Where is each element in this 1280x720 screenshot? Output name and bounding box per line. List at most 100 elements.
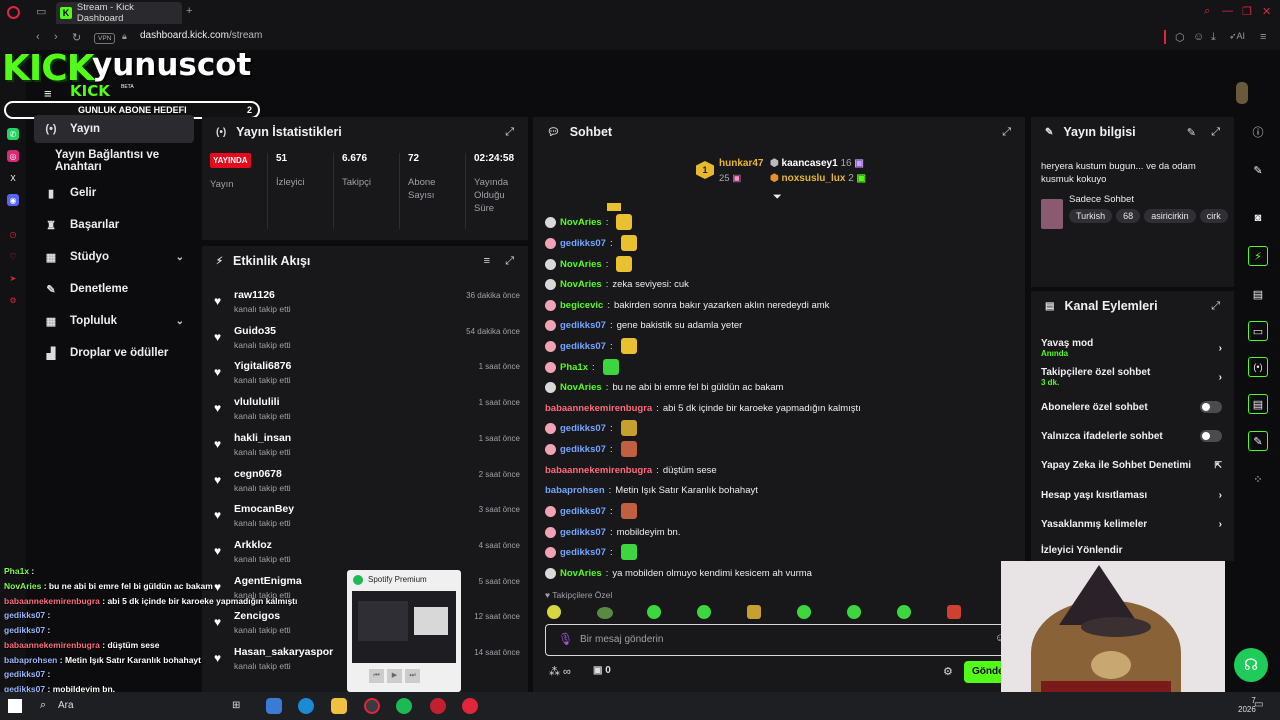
nav-drops[interactable]: ▟ Droplar ve ödüller: [34, 339, 194, 367]
filter-icon[interactable]: ≡: [484, 255, 490, 267]
lightning-icon[interactable]: ⚡︎: [1248, 246, 1268, 266]
copilot-icon[interactable]: [266, 698, 282, 714]
camera-icon[interactable]: ◙: [1248, 209, 1268, 227]
browser-tab[interactable]: K Stream - Kick Dashboard: [56, 2, 182, 24]
chat-username[interactable]: babaannekemirenbugra: [545, 465, 652, 476]
play-icon[interactable]: ▶: [387, 669, 402, 683]
collapse-icon[interactable]: ⏷: [773, 191, 782, 204]
chat-username[interactable]: NovAries: [560, 217, 602, 228]
chat-username[interactable]: gedikks07: [560, 423, 606, 434]
new-tab-icon[interactable]: +: [186, 5, 192, 17]
chat-username[interactable]: gedikks07: [560, 506, 606, 517]
notification-icon[interactable]: ▭: [1254, 699, 1263, 710]
expand-icon[interactable]: ⤢: [1002, 126, 1011, 139]
file-explorer-icon[interactable]: [331, 698, 347, 714]
edge-icon[interactable]: [298, 698, 314, 714]
media-player-icon[interactable]: [462, 698, 478, 714]
nav-community[interactable]: ▦ Topluluk ⌄: [34, 307, 194, 335]
opera-taskbar-icon[interactable]: [364, 698, 380, 714]
expand-icon[interactable]: ⤢: [1211, 300, 1220, 313]
kicks-icon[interactable]: ⁂ ∞: [549, 665, 571, 678]
tab-manager-icon[interactable]: ▭: [36, 5, 46, 18]
chat-username[interactable]: babaprohsen: [545, 485, 605, 496]
history-icon[interactable]: ◷: [7, 228, 19, 240]
edit-icon[interactable]: ✎: [1248, 161, 1268, 179]
emote[interactable]: [947, 605, 961, 619]
chat-username[interactable]: gedikks07: [560, 341, 606, 352]
nav-stream[interactable]: (•) Yayın: [34, 115, 194, 143]
nav-moderation[interactable]: ✎ Denetleme: [34, 275, 194, 303]
support-chat-icon[interactable]: ☊: [1234, 648, 1268, 682]
channel-icon[interactable]: ▤: [1248, 394, 1268, 414]
broadcast-icon[interactable]: (•): [1248, 357, 1268, 377]
action-banned-words[interactable]: Yasaklanmış kelimeler ›: [1041, 513, 1222, 535]
forward-icon[interactable]: ›: [54, 31, 58, 43]
gift-counter[interactable]: ▣ 0: [593, 665, 611, 676]
action-ai-moderation[interactable]: Yapay Zeka ile Sohbet Denetimi ⇱: [1041, 454, 1222, 476]
nav-revenue[interactable]: ▮ Gelir: [34, 179, 194, 207]
wrench-icon[interactable]: ✎: [1248, 431, 1268, 451]
windows-start-icon[interactable]: [8, 699, 22, 713]
expand-icon[interactable]: ⤢: [505, 126, 514, 139]
emote[interactable]: [547, 605, 561, 619]
emote-only-toggle[interactable]: [1200, 430, 1222, 442]
spotify-preview[interactable]: [352, 591, 456, 663]
emote[interactable]: [897, 605, 911, 619]
opera-logo-icon[interactable]: [7, 6, 20, 19]
chat-username[interactable]: gedikks07: [560, 320, 606, 331]
action-raid[interactable]: İzleyici Yönlendir: [1041, 539, 1222, 561]
extension-icon[interactable]: ⬡: [1175, 31, 1185, 44]
chat-username[interactable]: begicevic: [560, 300, 603, 311]
emote[interactable]: [747, 605, 761, 619]
back-icon[interactable]: ‹: [36, 31, 40, 43]
info-icon[interactable]: ⓘ: [1248, 123, 1268, 141]
ai-icon[interactable]: ➶AI: [1229, 31, 1245, 42]
task-view-icon[interactable]: ⊞: [232, 700, 240, 711]
emote[interactable]: [697, 605, 711, 619]
chat-icon[interactable]: ▭: [1248, 321, 1268, 341]
hamburger-menu-icon[interactable]: ≡: [44, 86, 52, 101]
menu-icon[interactable]: ≡: [1260, 31, 1266, 43]
heart-icon[interactable]: ♡: [7, 250, 19, 262]
settings-icon[interactable]: ⚙: [943, 665, 953, 678]
chat-username[interactable]: NovAries: [560, 382, 602, 393]
chat-username[interactable]: Pha1x: [560, 362, 588, 373]
taskbar-search-label[interactable]: Ara: [58, 700, 74, 711]
avatar[interactable]: [1236, 82, 1248, 104]
reload-icon[interactable]: ↻: [72, 31, 81, 44]
profile-icon[interactable]: ☺: [1193, 31, 1204, 43]
chat-username[interactable]: babaannekemirenbugra: [545, 403, 652, 414]
maximize-icon[interactable]: ❐: [1242, 5, 1252, 18]
discord-icon[interactable]: ◉: [7, 194, 19, 206]
chat-username[interactable]: NovAries: [560, 568, 602, 579]
previous-icon[interactable]: ⏮: [369, 669, 384, 683]
chat-username[interactable]: gedikks07: [560, 527, 606, 538]
spotify-taskbar-icon[interactable]: [396, 698, 412, 714]
emote[interactable]: [597, 607, 613, 619]
chat-username[interactable]: gedikks07: [560, 444, 606, 455]
chat-username[interactable]: NovAries: [560, 259, 602, 270]
close-icon[interactable]: ✕: [1262, 5, 1271, 18]
settings-icon[interactable]: ⚙: [7, 294, 19, 306]
whatsapp-icon[interactable]: ✆: [7, 128, 19, 140]
gifter-name[interactable]: hunkar47: [719, 158, 763, 169]
gifter-name[interactable]: ⬢ noxsuslu_lux 2 ▣: [770, 173, 866, 184]
emote[interactable]: [647, 605, 661, 619]
flow-icon[interactable]: ➤: [7, 272, 19, 284]
nav-achievements[interactable]: ♜ Başarılar: [34, 211, 194, 239]
chat-input[interactable]: 🎙︎ Bir mesaj gönderin ☺: [545, 624, 1011, 656]
nav-stream-key[interactable]: Yayın Bağlantısı ve Anahtarı: [34, 147, 194, 175]
emote[interactable]: [797, 605, 811, 619]
microphone-icon[interactable]: 🎙︎: [558, 632, 573, 646]
search-icon[interactable]: ⌕: [1204, 5, 1210, 18]
instagram-icon[interactable]: ◎: [7, 150, 19, 162]
action-slow-mode[interactable]: Yavaş mod Anında ›: [1041, 335, 1222, 361]
chat-username[interactable]: NovAries: [560, 279, 602, 290]
edit-icon[interactable]: ✎: [1187, 126, 1196, 139]
action-followers-only[interactable]: Takipçilere özel sohbet 3 dk. ›: [1041, 364, 1222, 390]
expand-icon[interactable]: ⤢: [1211, 126, 1220, 139]
next-icon[interactable]: ⏭: [405, 669, 420, 683]
chat-username[interactable]: gedikks07: [560, 238, 606, 249]
chat-username[interactable]: gedikks07: [560, 547, 606, 558]
community-icon[interactable]: ⁘: [1248, 470, 1268, 488]
